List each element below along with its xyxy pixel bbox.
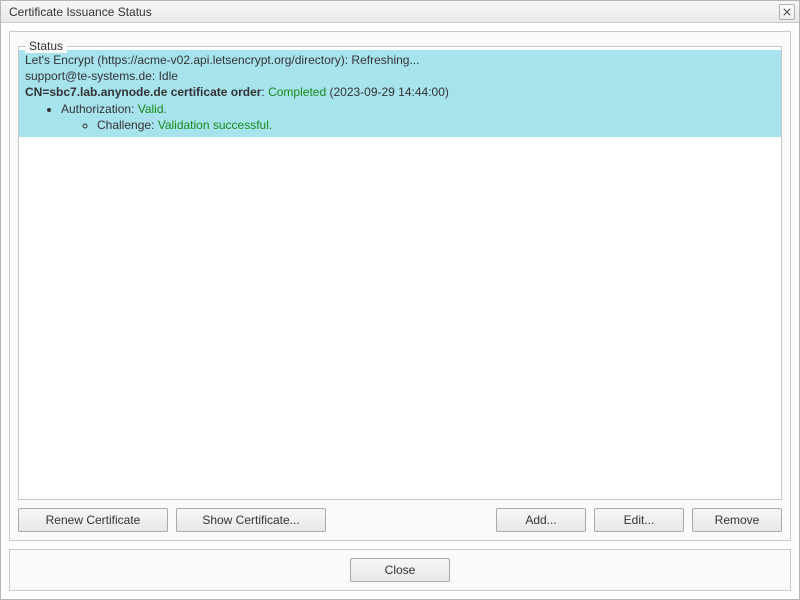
button-row: Renew Certificate Show Certificate... Ad…	[18, 508, 782, 532]
add-button[interactable]: Add...	[496, 508, 586, 532]
challenge-label: Challenge:	[97, 118, 158, 132]
edit-button[interactable]: Edit...	[594, 508, 684, 532]
provider-label: Let's Encrypt (https://acme-v02.api.lets…	[25, 53, 351, 67]
groupbox-label: Status	[25, 39, 67, 53]
renew-certificate-button[interactable]: Renew Certificate	[18, 508, 168, 532]
provider-state: Refreshing...	[351, 53, 419, 67]
account-label: support@te-systems.de:	[25, 69, 159, 83]
account-line: support@te-systems.de: Idle	[25, 68, 775, 84]
provider-line: Let's Encrypt (https://acme-v02.api.lets…	[25, 52, 775, 68]
status-entry[interactable]: Let's Encrypt (https://acme-v02.api.lets…	[19, 50, 781, 137]
challenge-state: Validation successful.	[158, 118, 273, 132]
order-time: (2023-09-29 14:44:00)	[329, 85, 448, 99]
remove-button[interactable]: Remove	[692, 508, 782, 532]
content-area: Status Let's Encrypt (https://acme-v02.a…	[1, 23, 799, 599]
main-panel: Status Let's Encrypt (https://acme-v02.a…	[9, 31, 791, 541]
authorization-line: Authorization: Valid. Challenge: Validat…	[61, 101, 775, 133]
order-label: CN=sbc7.lab.anynode.de certificate order	[25, 85, 261, 99]
order-state: Completed	[268, 85, 326, 99]
show-certificate-button[interactable]: Show Certificate...	[176, 508, 326, 532]
order-line: CN=sbc7.lab.anynode.de certificate order…	[25, 84, 775, 100]
dialog-window: Certificate Issuance Status Status Let's…	[0, 0, 800, 600]
auth-state: Valid.	[138, 102, 167, 116]
challenge-line: Challenge: Validation successful.	[97, 117, 775, 133]
status-groupbox: Status Let's Encrypt (https://acme-v02.a…	[18, 46, 782, 500]
window-title: Certificate Issuance Status	[9, 5, 779, 19]
titlebar: Certificate Issuance Status	[1, 1, 799, 23]
account-state: Idle	[159, 69, 178, 83]
close-icon[interactable]	[779, 4, 795, 20]
close-button[interactable]: Close	[350, 558, 450, 582]
status-list[interactable]: Let's Encrypt (https://acme-v02.api.lets…	[19, 47, 781, 499]
auth-label: Authorization:	[61, 102, 138, 116]
close-panel: Close	[9, 549, 791, 591]
